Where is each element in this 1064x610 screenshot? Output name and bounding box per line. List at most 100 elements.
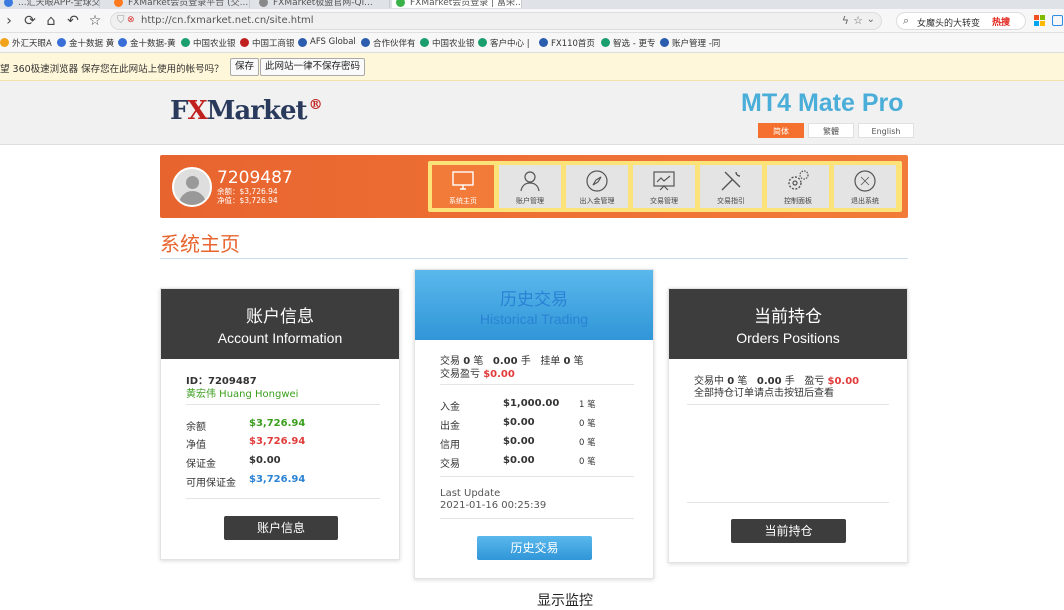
- card-header: 历史交易 Historical Trading: [415, 270, 653, 340]
- lang-english[interactable]: English: [858, 123, 914, 138]
- positions-note: 全部持仓订单请点击按钮后查看: [694, 388, 834, 399]
- bookmark-icon: [0, 38, 9, 47]
- account-holder-name: 黄宏伟 Huang Hongwei: [186, 389, 299, 400]
- bookmark-icon: [118, 38, 127, 47]
- browser-tab-strip: ...汇天眼APP-全球交易商监管... FXMarket会员登录平台 (交..…: [0, 0, 1064, 9]
- balance-line: 余额：$3,726.94: [217, 187, 278, 196]
- menu-item-control[interactable]: 控制面板: [767, 165, 829, 208]
- bookmark-icon: [660, 38, 669, 47]
- shield-icon: ⛉: [117, 15, 125, 26]
- insecure-icon: ⊗: [127, 15, 135, 25]
- lightning-icon[interactable]: ϟ: [842, 14, 849, 27]
- browser-tab[interactable]: FXMarket会员登录平台 (交...: [110, 0, 250, 8]
- card-header: 当前持仓 Orders Positions: [669, 289, 907, 359]
- star-icon[interactable]: ☆: [86, 12, 104, 30]
- page-title: 系统主页: [160, 232, 240, 256]
- bookmark-item[interactable]: 中国工商银: [240, 37, 295, 49]
- undo-icon[interactable]: ↶: [64, 12, 82, 30]
- chevron-down-icon[interactable]: ⌄: [867, 14, 875, 25]
- positions-button[interactable]: 当前持仓: [731, 519, 846, 543]
- row-label: 出金: [440, 421, 460, 432]
- home-icon[interactable]: ⌂: [42, 12, 60, 30]
- lang-traditional[interactable]: 繁體: [808, 123, 854, 138]
- bookmark-icon: [361, 38, 370, 47]
- bookmark-icon: [478, 38, 487, 47]
- balance-value: $3,726.94: [249, 418, 306, 429]
- bookmark-item[interactable]: AFS Global: [298, 37, 356, 47]
- password-save-prompt: 望 360极速浏览器 保存您在此网站上使用的帐号吗？ 保存 此网站一律不保存密码: [0, 53, 1064, 81]
- main-menu: 系统主页 账户管理 出入金管理 交易管理 交易指引 控制面板 退出系统: [428, 161, 902, 212]
- tools-icon: [721, 171, 741, 191]
- bookmark-item[interactable]: 账户管理 -同: [660, 37, 720, 49]
- bookmark-star-icon[interactable]: ☆: [853, 14, 863, 27]
- monitor-icon: [452, 171, 474, 190]
- avatar: [172, 167, 212, 207]
- tab-favicon-icon: [114, 0, 123, 7]
- card-subtitle: Orders Positions: [736, 330, 840, 346]
- positions-card: 当前持仓 Orders Positions 交易中 0 笔 0.00 手 盈亏 …: [668, 288, 908, 563]
- trade-amount: $0.00: [503, 455, 535, 466]
- user-bar: 7209487 余额：$3,726.94 净值：$3,726.94 系统主页 账…: [160, 155, 908, 218]
- bookmark-item[interactable]: 中国农业银: [420, 37, 475, 49]
- account-id: 7209487: [217, 168, 293, 188]
- menu-item-account[interactable]: 账户管理: [499, 165, 561, 208]
- menu-item-trading[interactable]: 交易管理: [633, 165, 695, 208]
- lang-simplified[interactable]: 简体: [758, 123, 804, 138]
- bookmark-item[interactable]: 金十数据-黄: [118, 37, 176, 49]
- menu-item-logout[interactable]: 退出系统: [834, 165, 896, 208]
- chart-board-icon: [653, 171, 675, 191]
- bookmark-icon: [57, 38, 66, 47]
- row-label: 可用保证金: [186, 478, 236, 489]
- row-label: 信用: [440, 440, 460, 451]
- windows-apps-icon[interactable]: [1034, 15, 1045, 26]
- withdraw-amount: $0.00: [503, 417, 535, 428]
- equity-value: $3,726.94: [249, 436, 306, 447]
- bookmarks-bar: 外汇天眼A 金十数据 黄 金十数据-黄 中国农业银 中国工商银 AFS Glob…: [0, 33, 1064, 53]
- last-update-time: 2021-01-16 00:25:39: [440, 500, 547, 511]
- history-card: 历史交易 Historical Trading 交易 0 笔 0.00 手 挂单…: [414, 269, 654, 579]
- tab-favicon-icon: [4, 0, 13, 7]
- browser-tab-active[interactable]: FXMarket会员登录 | 富荣...: [392, 0, 522, 8]
- bookmark-icon: [539, 38, 548, 47]
- bookmark-item[interactable]: 金十数据 黄: [57, 37, 114, 49]
- bookmark-item[interactable]: 智选 - 更专: [601, 37, 655, 49]
- margin-value: $0.00: [249, 455, 281, 466]
- reload-icon[interactable]: ⟳: [21, 12, 39, 30]
- last-update-label: Last Update: [440, 488, 501, 499]
- bookmark-icon: [420, 38, 429, 47]
- bookmark-icon: [181, 38, 190, 47]
- account-info-button[interactable]: 账户信息: [224, 516, 338, 540]
- history-button[interactable]: 历史交易: [477, 536, 592, 560]
- forward-icon[interactable]: ›: [0, 12, 18, 30]
- bookmark-item[interactable]: 合作伙伴有: [361, 37, 416, 49]
- browser-toolbar: › ⟳ ⌂ ↶ ☆ ⛉ ⊗ http://cn.fxmarket.net.cn/…: [0, 9, 1064, 33]
- app-title: MT4 Mate Pro: [741, 89, 904, 117]
- bookmark-item[interactable]: 中国农业银: [181, 37, 236, 49]
- menu-item-funds[interactable]: 出入金管理: [566, 165, 628, 208]
- never-save-password-button[interactable]: 此网站一律不保存密码: [260, 58, 366, 76]
- withdraw-count: 0 笔: [579, 419, 596, 429]
- address-bar[interactable]: ⛉ ⊗ http://cn.fxmarket.net.cn/site.html …: [110, 12, 882, 30]
- bookmark-item[interactable]: FX110首页: [539, 37, 595, 49]
- browser-tab[interactable]: FXMarket极盟官网-Qi...: [255, 0, 390, 8]
- deposit-amount: $1,000.00: [503, 398, 560, 409]
- browser-tab[interactable]: ...汇天眼APP-全球交易商监管...: [0, 0, 100, 8]
- save-password-button[interactable]: 保存: [230, 58, 260, 76]
- card-subtitle: Account Information: [217, 330, 343, 346]
- card-header: 账户信息 Account Information: [161, 289, 399, 359]
- free-margin-value: $3,726.94: [249, 474, 306, 485]
- account-info-card: 账户信息 Account Information ID：7209487 黄宏伟 …: [160, 288, 400, 560]
- card-title: 历史交易: [500, 290, 568, 310]
- tab-favicon-icon: [259, 0, 268, 7]
- fxmarket-logo[interactable]: FXMarket ®: [170, 96, 323, 126]
- equity-line: 净值：$3,726.94: [217, 196, 278, 205]
- menu-item-guide[interactable]: 交易指引: [700, 165, 762, 208]
- sidebar-toggle-icon[interactable]: [1052, 15, 1063, 26]
- menu-item-home[interactable]: 系统主页: [432, 165, 494, 208]
- bookmark-item[interactable]: 客户中心 |: [478, 37, 530, 49]
- bookmark-icon: [601, 38, 610, 47]
- bookmark-item[interactable]: 外汇天眼A: [0, 37, 52, 49]
- card-title: 当前持仓: [754, 307, 822, 327]
- trade-pnl: 交易盈亏 $0.00: [440, 369, 515, 380]
- hot-search-badge[interactable]: 热搜: [992, 15, 1010, 28]
